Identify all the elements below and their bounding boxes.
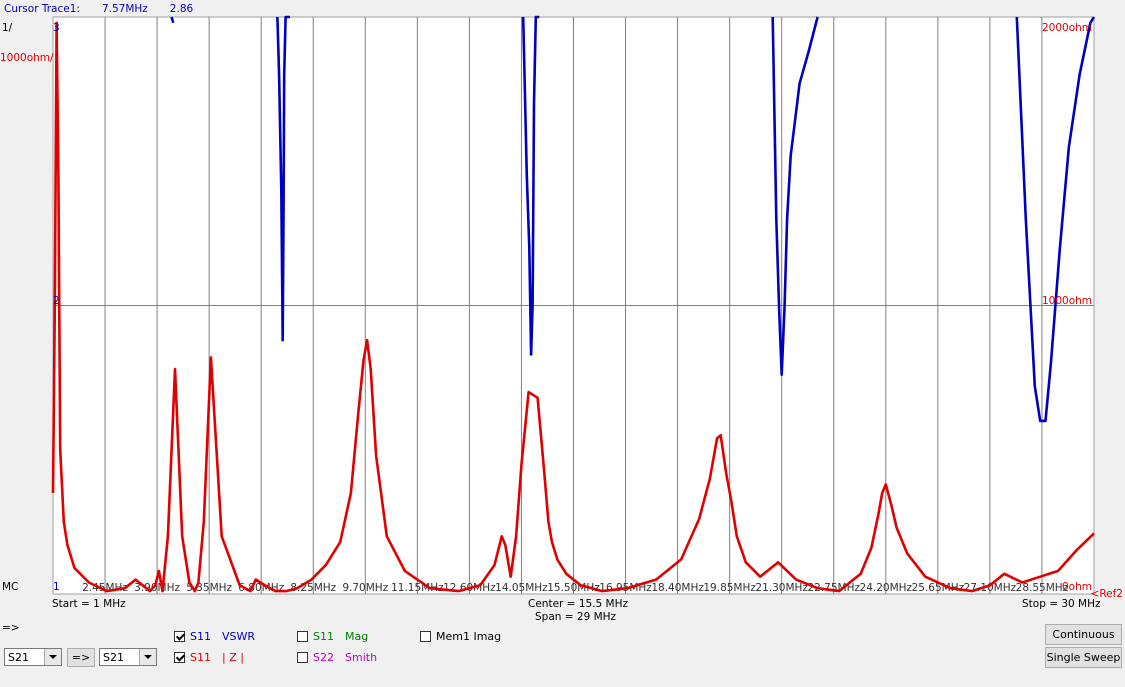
legend-checkbox[interactable] [297,631,308,642]
right-axis-mid: 1000ohm [1041,295,1092,307]
legend-param: S22 [313,651,334,664]
x-tick-label: 9.70MHz [342,582,388,594]
chevron-down-icon[interactable] [44,649,61,665]
trace-select-right[interactable]: S21 [99,648,157,666]
legend-param: S11 [313,630,334,643]
left-axis-bottom: 1 [53,581,60,593]
trace-select-left[interactable]: S21 [4,648,62,666]
chevron-down-icon[interactable] [139,649,156,665]
start-freq: Start = 1 MHz [52,598,126,610]
continuous-button[interactable]: Continuous [1045,624,1122,645]
x-tick-label: 28.55MHz [1016,582,1069,594]
series-vswr-line [170,16,175,24]
x-tick-labels: 2.45MHz 3.90MHz 5.35MHz 6.80MHz 8.25MHz 9.70M… [82,582,1069,594]
legend-param: S11 [190,651,211,664]
span-freq: Span = 29 MHz [535,611,617,623]
x-tick-label: 24.20MHz [860,582,913,594]
legend-param: S11 [190,630,211,643]
legend-checkbox[interactable] [174,652,185,663]
left-axis-mid: 2 [53,295,60,307]
x-tick-label: 19.85MHz [703,582,756,594]
legend-format: Mag [345,630,369,643]
chart-plot[interactable]: 2.45MHz 3.90MHz 5.35MHz 6.80MHz 8.25MHz 9.70M… [0,0,1125,600]
x-tick-label: 18.40MHz [651,582,704,594]
transfer-button[interactable]: => [67,648,95,667]
right-axis-bottom: 0ohm [1062,581,1092,593]
legend-checkbox[interactable] [174,631,185,642]
legend-checkbox[interactable] [420,631,431,642]
left-scale-unit: 1/ [2,22,13,34]
left-axis-top: 3 [53,22,60,34]
legend-format: VSWR [222,630,256,643]
right-axis-top: 2000ohm [1041,22,1092,34]
single-sweep-button[interactable]: Single Sweep [1045,647,1122,668]
legend-format: Mem1 Imag [436,630,502,643]
grid-lines [53,17,1094,594]
legend-format: | Z | [222,651,244,664]
prompt-arrow: => [2,622,20,634]
stop-freq: Stop = 30 MHz [1022,598,1101,610]
marker-mc: MC [2,581,19,593]
legend-checkbox[interactable] [297,652,308,663]
x-tick-label: 14.05MHz [495,582,548,594]
left-scale-ohm: 1000ohm/ [0,52,54,64]
x-tick-label: 21.30MHz [755,582,808,594]
center-freq: Center = 15.5 MHz [528,598,628,610]
trace-select-left-value: S21 [8,651,29,664]
legend-format: Smith [345,651,378,664]
trace-select-right-value: S21 [103,651,124,664]
